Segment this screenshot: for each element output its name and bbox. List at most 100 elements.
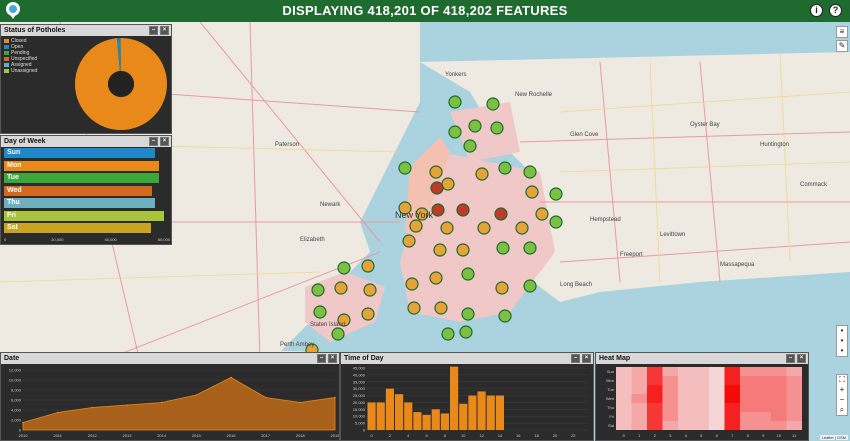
dot-icon[interactable]: • bbox=[837, 346, 847, 356]
cluster-marker[interactable] bbox=[363, 283, 377, 297]
heat-cell[interactable] bbox=[709, 385, 725, 394]
heat-cell[interactable] bbox=[662, 376, 679, 385]
heat-cell[interactable] bbox=[631, 394, 648, 403]
heat-cell[interactable] bbox=[786, 376, 803, 385]
heat-cell[interactable] bbox=[724, 385, 741, 394]
heat-cell[interactable] bbox=[662, 421, 679, 430]
date-point[interactable] bbox=[195, 394, 198, 396]
tod-bar[interactable] bbox=[395, 394, 404, 430]
tod-bar[interactable] bbox=[385, 388, 394, 430]
heat-cell[interactable] bbox=[616, 403, 632, 412]
heat-cell[interactable] bbox=[693, 367, 710, 376]
close-button[interactable]: × bbox=[328, 354, 337, 363]
close-button[interactable]: × bbox=[160, 137, 169, 146]
tod-bar[interactable] bbox=[450, 366, 459, 430]
close-button[interactable]: × bbox=[797, 354, 806, 363]
cluster-marker[interactable] bbox=[523, 241, 537, 255]
cluster-marker[interactable] bbox=[405, 277, 419, 291]
cluster-marker[interactable] bbox=[331, 327, 345, 341]
heat-cell[interactable] bbox=[647, 367, 663, 376]
cluster-marker[interactable] bbox=[429, 165, 443, 179]
heat-cell[interactable] bbox=[678, 403, 694, 412]
tod-bar[interactable] bbox=[495, 395, 504, 430]
cluster-marker[interactable] bbox=[498, 161, 512, 175]
heat-cell[interactable] bbox=[771, 412, 787, 421]
cluster-marker[interactable] bbox=[490, 121, 504, 135]
cluster-marker[interactable] bbox=[498, 309, 512, 323]
heat-cell[interactable] bbox=[771, 421, 787, 430]
menu-icon[interactable]: ≡ bbox=[837, 27, 847, 37]
heat-cell[interactable] bbox=[631, 421, 648, 430]
heat-cell[interactable] bbox=[616, 394, 632, 403]
heat-cell[interactable] bbox=[740, 412, 756, 421]
dow-bar[interactable]: Sun bbox=[4, 148, 155, 158]
cluster-marker[interactable] bbox=[486, 97, 500, 111]
heat-cell[interactable] bbox=[662, 367, 679, 376]
cluster-marker[interactable] bbox=[361, 307, 375, 321]
heat-cell[interactable] bbox=[709, 376, 725, 385]
zoom-in-button[interactable]: + bbox=[837, 385, 847, 395]
cluster-marker[interactable] bbox=[434, 301, 448, 315]
cluster-marker[interactable] bbox=[495, 281, 509, 295]
cluster-marker[interactable] bbox=[433, 243, 447, 257]
dow-bar[interactable]: Sat bbox=[4, 223, 151, 233]
help-icon[interactable]: ? bbox=[829, 4, 842, 17]
cluster-marker[interactable] bbox=[448, 125, 462, 139]
cluster-marker[interactable] bbox=[461, 307, 475, 321]
cluster-marker[interactable] bbox=[441, 327, 455, 341]
heat-cell[interactable] bbox=[724, 376, 741, 385]
heat-cell[interactable] bbox=[678, 394, 694, 403]
info-icon[interactable]: i bbox=[810, 4, 823, 17]
heat-cell[interactable] bbox=[631, 376, 648, 385]
map-attribution[interactable]: Leaflet | OSM bbox=[819, 435, 848, 440]
heat-cell[interactable] bbox=[740, 367, 756, 376]
heat-cell[interactable] bbox=[678, 412, 694, 421]
cluster-marker[interactable] bbox=[361, 259, 375, 273]
tod-bar[interactable] bbox=[367, 402, 376, 430]
dot-icon[interactable]: • bbox=[837, 336, 847, 346]
fullscreen-icon[interactable]: ⛶ bbox=[837, 375, 847, 385]
date-point[interactable] bbox=[264, 396, 267, 399]
heat-cell[interactable] bbox=[755, 367, 772, 376]
heat-cell[interactable] bbox=[616, 421, 632, 430]
heat-cell[interactable] bbox=[786, 367, 803, 376]
tod-bar[interactable] bbox=[404, 402, 413, 430]
heat-cell[interactable] bbox=[631, 403, 648, 412]
heat-cell[interactable] bbox=[662, 412, 679, 421]
heat-cell[interactable] bbox=[740, 421, 756, 430]
cluster-marker[interactable] bbox=[461, 267, 475, 281]
heat-cell[interactable] bbox=[709, 367, 725, 376]
cluster-marker[interactable] bbox=[431, 203, 445, 217]
tod-bar[interactable] bbox=[477, 391, 486, 430]
heat-cell[interactable] bbox=[709, 394, 725, 403]
heat-cell[interactable] bbox=[693, 403, 710, 412]
heat-cell[interactable] bbox=[771, 367, 787, 376]
heat-cell[interactable] bbox=[709, 412, 725, 421]
cluster-marker[interactable] bbox=[337, 261, 351, 275]
date-point[interactable] bbox=[91, 406, 94, 409]
heat-cell[interactable] bbox=[693, 421, 710, 430]
cluster-marker[interactable] bbox=[311, 283, 325, 297]
heat-cell[interactable] bbox=[647, 385, 663, 394]
date-area[interactable] bbox=[22, 377, 336, 431]
cluster-marker[interactable] bbox=[535, 207, 549, 221]
cluster-marker[interactable] bbox=[429, 271, 443, 285]
heat-cell[interactable] bbox=[724, 421, 741, 430]
minimize-button[interactable]: – bbox=[571, 354, 580, 363]
tod-bar[interactable] bbox=[422, 414, 431, 430]
tod-bar[interactable] bbox=[486, 395, 495, 430]
heat-cell[interactable] bbox=[740, 403, 756, 412]
heat-cell[interactable] bbox=[693, 385, 710, 394]
heat-cell[interactable] bbox=[647, 421, 663, 430]
heat-cell[interactable] bbox=[678, 421, 694, 430]
heat-cell[interactable] bbox=[693, 394, 710, 403]
date-point[interactable] bbox=[299, 401, 302, 404]
dot-icon[interactable]: • bbox=[837, 326, 847, 336]
cluster-marker[interactable] bbox=[334, 281, 348, 295]
date-point[interactable] bbox=[126, 404, 128, 406]
tod-bar[interactable] bbox=[376, 402, 385, 430]
search-icon[interactable]: ⌕ bbox=[837, 405, 847, 415]
heat-cell[interactable] bbox=[786, 394, 803, 403]
cluster-marker[interactable] bbox=[409, 219, 423, 233]
heat-cell[interactable] bbox=[755, 394, 772, 403]
